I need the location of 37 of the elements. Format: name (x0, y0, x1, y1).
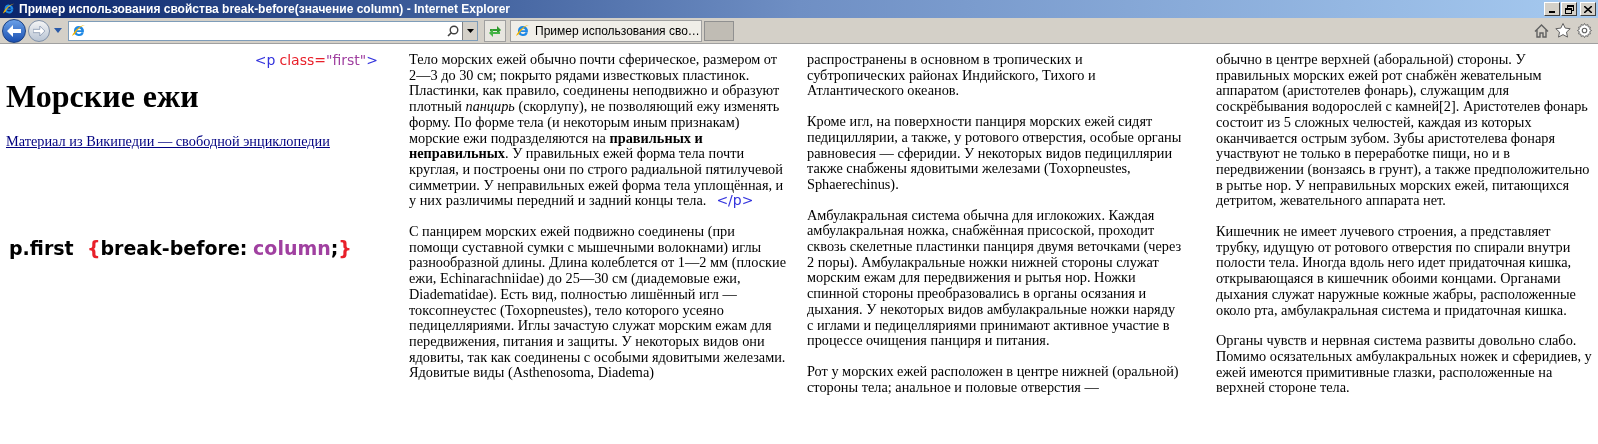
compatibility-button[interactable] (484, 19, 506, 42)
refresh-arrows-icon (488, 23, 502, 38)
settings-icon[interactable] (1577, 23, 1592, 38)
css-rule-annotation: p.first {break-before: column;} (9, 235, 353, 260)
restore-icon (1564, 4, 1574, 14)
home-icon[interactable] (1534, 23, 1549, 38)
back-button[interactable] (2, 18, 26, 43)
address-dropdown-button[interactable] (462, 21, 477, 40)
page-heading: Морские ежи (6, 78, 200, 114)
restore-button[interactable] (1561, 2, 1577, 16)
article-paragraph: Амбулакральная система обычна для иглокожих. Каждая амбулакральная ножка, снабжённая присоской, проходит сквозь скелетные пластинки панциря двумя веточками (через 2 поры). Амбулакральные ножки нижней стороны служат морским ежам для передвижения и рытья нор. Ножки спинной стороны преобразовались в органы осязания и дыхания. У некоторых видов амбулакральные ножки наряду с иглами и педицелляриями принимают активное участие в процессе очищения панциря и питания. (807, 207, 1182, 349)
html-tag-annotation: <p class="first"> (254, 52, 378, 68)
caret-icon (466, 28, 474, 33)
minimize-icon (1549, 11, 1555, 13)
article-paragraph: Кишечник не имеет лучевого строения, а представляет трубку, идущую от ротового отверстия по спирали внутри полости тела. Иногда вдоль него идет придаточная кишка, открывающаяся в кишечник обоими концами. Органами дыхания служат наружные кожные жабры, расположенные около рта, амбулакральная система и придаточная кишка. (1216, 224, 1577, 319)
page-icon (71, 22, 87, 39)
article-paragraph: Рот у морских ежей расположен в центре нижней (оральной) стороны тела; анальное и половые отверстия — (807, 363, 1180, 396)
source-link[interactable]: Материал из Википедии — свободной энциклопедии (6, 134, 330, 150)
address-field[interactable] (68, 20, 478, 41)
article-paragraph: распространены в основном в тропических и субтропических районах Индийского, Тихого и Атлантического океанов. (807, 52, 1097, 100)
close-icon (1584, 5, 1592, 13)
browser-tab[interactable]: Пример использования сво… (510, 19, 702, 42)
caret-icon (54, 28, 62, 33)
browser-logo-icon (2, 2, 16, 16)
page-icon (515, 22, 531, 39)
favorites-star-icon[interactable] (1555, 23, 1571, 38)
search-icon[interactable] (447, 24, 459, 37)
article-paragraph: Тело морских ежей обычно почти сферическое, размером от 2—3 до 30 см; покрыто рядами известковых пластинок. Пластинки, как правило, соединены неподвижно и образуют плотный панцирь (скорлупу), не позволяющий ежу изменять форму. По форме тела (и некоторым иным признакам) морские ежи подразделяются на правильных и неправильных. У правильных ежей форма тела почти круглая, и построены они по строго радиальной пятилучевой симметрии. У неправильных ежей форма тела уплощённая, и у них различимы передний и задний концы тела. </p> (409, 52, 785, 210)
back-arrow-icon (7, 24, 21, 37)
article-paragraph: обычно в центре верхней (аборальной) стороны. У правильных морских ежей рот снабжён жевательным аппаратом (аристотелев фонарь), служащим для соскрёбывания водорослей с камней[2]. Аристотелев фонарь состоит из 5 сложных челюстей, каждая из которых оканчивается острым зубом. Зубы аристотелева фонаря участвуют не только в переработке пищи, но и в передвижении (вонзаясь в грунт), а также предположительно в рытье нор. У неправильных морских ежей, питающихся детритом, жевательного аппарата нет. (1216, 52, 1591, 210)
window-title: Пример использования свойства break-before(значение column) - Internet Explorer (19, 1, 510, 18)
forward-arrow-icon (33, 25, 45, 36)
minimize-button[interactable] (1544, 2, 1560, 16)
close-button[interactable] (1580, 2, 1596, 16)
article-paragraph: Органы чувств и нервная система развиты довольно слабо. Помимо осязательных амбулакральных ножек и сферидиев, у ежей имеются примитивные глазки, расположенные на верхней стороне тела. (1216, 333, 1593, 397)
article-paragraph: Кроме игл, на поверхности панциря морских ежей сидят педициллярии, а также, у ротового отверстия, особые органы равновесия — сферидии. У некоторых видов педициллярии также снабжены ядовитыми железами (Toxopneustes, Sphaerechinus). (807, 114, 1182, 193)
article-paragraph: С панцирем морских ежей подвижно соединены (при помощи суставной сумки с мышечными волокнами) иглы разнообразной длины. Длина колеблется от 1—2 мм (плоские ежи, Echinarachniidae) до 25—30 см (диадемовые ежи, Diadematidae). Есть вид, полностью лишённый игл — токсопнеустес (Toxopneustes), тело которого усеяно педицелляриями. Иглы зачастую служат морским ежам для передвижения, питания и защиты. У некоторых видов они ядовиты, так как соединены с особыми ядовитыми железами. Ядовитые виды (Asthenosoma, Diadema) (409, 224, 787, 382)
